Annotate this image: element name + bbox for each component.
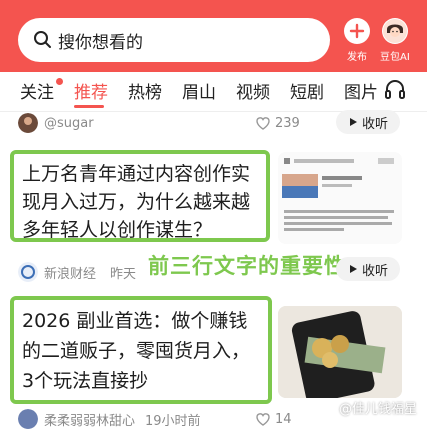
play-icon — [349, 265, 357, 273]
publish-label: 发布 — [347, 52, 367, 63]
like-count[interactable]: 239 — [255, 115, 300, 131]
play-icon — [349, 118, 357, 126]
article-source: 新浪财经 — [44, 266, 97, 282]
listen-button[interactable]: 收听 — [336, 110, 400, 134]
like-count[interactable]: 14 — [255, 411, 292, 427]
listen-button[interactable]: 收听 — [336, 257, 400, 281]
article-meta-row[interactable]: 新浪财经 昨天 — [18, 262, 136, 282]
search-input[interactable]: 搜你想看的 — [18, 18, 330, 62]
article-meta-row[interactable]: 柔柔弱弱林甜心 19小时前 — [18, 409, 201, 429]
active-tab-indicator — [74, 105, 104, 108]
listen-label: 收听 — [361, 263, 388, 279]
avatar — [18, 113, 38, 133]
plus-icon — [344, 18, 370, 44]
annotation-overlay: 前三行文字的重要性 — [148, 254, 346, 278]
top-header-bar: 搜你想看的 发布 豆包AI — [0, 0, 427, 72]
heart-icon — [256, 413, 270, 426]
article-author: 柔柔弱弱林甜心 — [44, 413, 136, 429]
article-title: 上万名青年通过内容创作实现月入过万，为什么越来越多年轻人以创作谋生？ — [22, 163, 251, 241]
tab-images[interactable]: 图片 — [344, 78, 378, 103]
watermark: @佳儿钱福星 — [338, 402, 417, 417]
doubao-ai-button[interactable]: 豆包AI — [380, 18, 410, 63]
source-logo-icon — [18, 262, 38, 282]
article-time: 19小时前 — [145, 413, 201, 429]
new-content-dot — [56, 77, 63, 85]
channel-tabs: 关注 推荐 热榜 眉山 视频 短剧 图片 — [0, 72, 427, 108]
tab-video[interactable]: 视频 — [236, 78, 270, 103]
publish-button[interactable]: 发布 — [344, 18, 370, 63]
article-thumbnail[interactable] — [278, 152, 402, 244]
headphones-icon[interactable] — [384, 78, 406, 100]
phone-money-photo — [278, 306, 402, 398]
like-number: 14 — [275, 411, 292, 427]
article-title-card[interactable]: 上万名青年通过内容创作实现月入过万，为什么越来越多年轻人以创作谋生？ — [10, 150, 270, 242]
author-row[interactable]: @sugar — [18, 113, 94, 133]
article-title: 2026 副业首选：做个赚钱的二道贩子，零囤货月入，3个玩法直接抄 — [22, 310, 251, 392]
search-icon — [34, 31, 51, 48]
like-number: 239 — [275, 115, 300, 131]
heart-icon — [256, 117, 270, 130]
avatar — [18, 409, 38, 429]
tab-hot-list[interactable]: 热榜 — [128, 78, 162, 103]
tab-short-drama[interactable]: 短剧 — [290, 78, 324, 103]
search-placeholder: 搜你想看的 — [58, 32, 143, 53]
listen-label: 收听 — [361, 116, 388, 132]
author-name: @sugar — [44, 115, 94, 131]
article-title-card[interactable]: 2026 副业首选：做个赚钱的二道贩子，零囤货月入，3个玩法直接抄 — [10, 296, 272, 404]
doubao-ai-label: 豆包AI — [380, 52, 410, 63]
avatar-icon — [381, 18, 408, 44]
screenshot-thumbnail — [278, 152, 402, 244]
article-thumbnail[interactable] — [278, 306, 402, 398]
tab-follow[interactable]: 关注 — [20, 77, 63, 103]
tab-meishan[interactable]: 眉山 — [182, 78, 216, 103]
article-time: 昨天 — [110, 266, 137, 282]
tab-recommend[interactable]: 推荐 — [74, 78, 108, 103]
